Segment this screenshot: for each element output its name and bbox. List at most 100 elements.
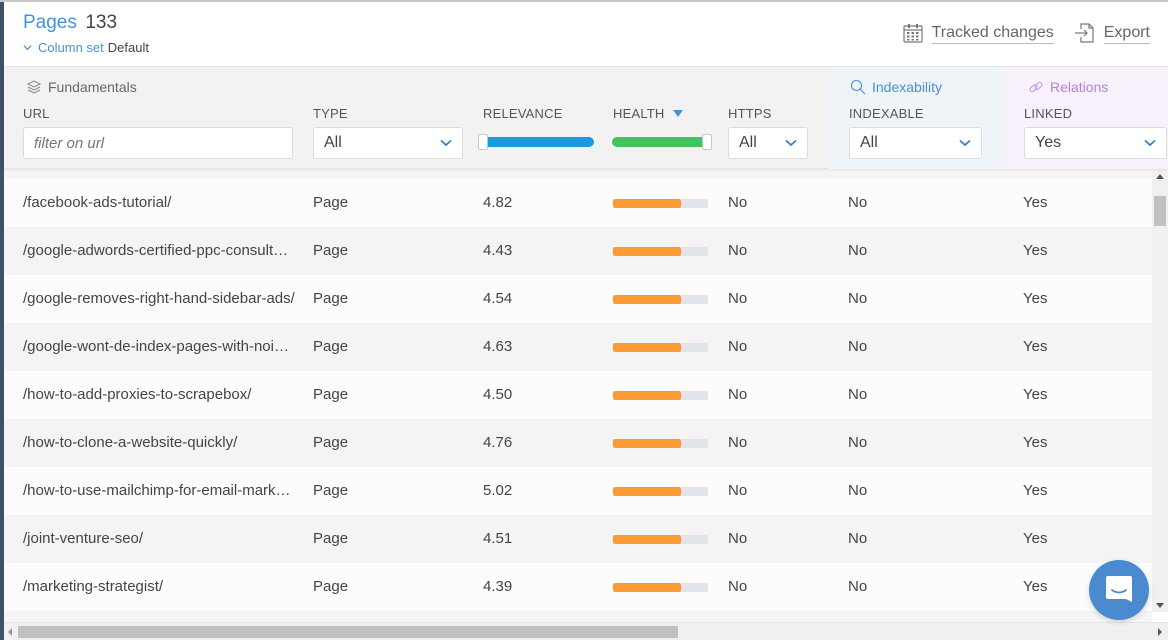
chevron-down-icon (1144, 139, 1156, 147)
group-relations: Relations (1028, 79, 1108, 95)
cell-health (613, 275, 709, 323)
horizontal-scrollbar[interactable] (4, 622, 1168, 640)
cell-indexable: No (848, 386, 868, 403)
column-header-health[interactable]: HEALTH (613, 106, 683, 121)
cell-indexable: No (848, 194, 868, 211)
column-header-linked[interactable]: LINKED (1024, 106, 1072, 121)
cell-health (613, 467, 709, 515)
cell-url[interactable]: /google-adwords-certified-ppc-consultant… (23, 227, 295, 275)
chevron-down-icon (785, 139, 797, 147)
indexable-filter-select[interactable]: All (849, 127, 982, 159)
column-header-type[interactable]: TYPE (313, 106, 348, 121)
table-row[interactable]: /how-to-use-mailchimp-for-email-marketin… (4, 467, 1152, 515)
column-set-value: Default (107, 40, 149, 55)
cell-health (613, 227, 709, 275)
cell-https: No (728, 242, 748, 259)
scroll-left-arrow-icon[interactable] (8, 628, 12, 636)
cell-type: Page (313, 530, 349, 547)
column-header-url[interactable]: URL (23, 106, 50, 121)
group-indexability: Indexability (850, 79, 942, 95)
cell-relevance: 4.51 (483, 530, 513, 547)
cell-https: No (728, 386, 748, 403)
health-bar (613, 439, 708, 448)
health-bar (613, 535, 708, 544)
linked-filter-select[interactable]: Yes (1024, 127, 1167, 159)
table-row[interactable]: /how-to-add-proxies-to-scrapebox/ Page 4… (4, 371, 1152, 419)
cell-url[interactable]: /how-to-add-proxies-to-scrapebox/ (23, 371, 295, 419)
cell-relevance: 4.43 (483, 242, 513, 259)
scroll-up-arrow-icon[interactable] (1156, 174, 1164, 179)
health-bar (613, 487, 708, 496)
cell-url[interactable]: /how-to-clone-a-website-quickly/ (23, 419, 295, 467)
relevance-range-slider[interactable] (482, 137, 594, 147)
health-bar (613, 199, 708, 208)
cell-type: Page (313, 242, 349, 259)
chevron-down-icon (440, 139, 452, 147)
tracked-changes-button[interactable]: Tracked changes (902, 22, 1054, 44)
cell-url[interactable]: /facebook-ads-tutorial/ (23, 179, 295, 227)
cell-https: No (728, 578, 748, 595)
group-relations-label: Relations (1050, 79, 1109, 95)
group-indexability-label: Indexability (872, 79, 943, 95)
linked-filter-value: Yes (1035, 134, 1062, 151)
cell-health (613, 419, 709, 467)
table-row[interactable]: /marketing-strategist/ Page 4.39 No No Y… (4, 563, 1152, 611)
health-bar-fill (613, 199, 682, 208)
cell-https: No (728, 290, 748, 307)
cell-indexable: No (848, 242, 868, 259)
scroll-right-arrow-icon[interactable] (1158, 628, 1162, 636)
horizontal-scroll-thumb[interactable] (18, 626, 678, 638)
cell-relevance: 5.02 (483, 482, 513, 499)
cell-linked: Yes (1023, 482, 1048, 499)
tracked-changes-label: Tracked changes (931, 23, 1054, 44)
export-icon (1074, 23, 1094, 43)
chat-launcher-button[interactable] (1089, 560, 1149, 620)
vertical-scroll-thumb[interactable] (1154, 196, 1166, 226)
cell-url[interactable]: /marketing-strategist/ (23, 563, 295, 611)
page-title-wrap: Pages 133 (23, 12, 117, 34)
column-header-relevance[interactable]: RELEVANCE (483, 106, 563, 121)
relevance-slider-min-handle[interactable] (478, 134, 488, 150)
export-label: Export (1103, 23, 1150, 44)
cell-type: Page (313, 482, 349, 499)
chat-icon (1106, 576, 1132, 602)
cell-health (613, 323, 709, 371)
table-row[interactable]: /joint-venture-seo/ Page 4.51 No No Yes (4, 515, 1152, 563)
cell-https: No (728, 482, 748, 499)
cell-url[interactable]: /google-removes-right-hand-sidebar-ads/ (23, 275, 295, 323)
cell-url[interactable]: /google-wont-de-index-pages-with-noindex… (23, 323, 295, 371)
table-row[interactable]: /how-to-clone-a-website-quickly/ Page 4.… (4, 419, 1152, 467)
url-filter-input[interactable] (23, 127, 293, 159)
cell-health (613, 515, 709, 563)
chevron-down-icon (959, 139, 971, 147)
table-row[interactable]: /google-adwords-certified-ppc-consultant… (4, 227, 1152, 275)
cell-indexable: No (848, 530, 868, 547)
cell-url[interactable]: /joint-venture-seo/ (23, 515, 295, 563)
cell-https: No (728, 434, 748, 451)
export-button[interactable]: Export (1074, 22, 1150, 44)
table-row[interactable]: /facebook-ads-tutorial/ Page 4.82 No No … (4, 179, 1152, 227)
link-icon (1029, 81, 1043, 93)
type-filter-select[interactable]: All (313, 127, 463, 159)
vertical-scrollbar[interactable] (1152, 168, 1168, 612)
cell-health (613, 563, 709, 611)
https-filter-select[interactable]: All (728, 127, 808, 159)
type-filter-value: All (324, 134, 342, 151)
health-bar-fill (613, 535, 682, 544)
table-row[interactable]: /google-wont-de-index-pages-with-noindex… (4, 323, 1152, 371)
health-bar (613, 343, 708, 352)
health-bar (613, 247, 708, 256)
cell-url[interactable]: /how-to-use-mailchimp-for-email-marketin… (23, 467, 295, 515)
column-set-selector[interactable]: Column set Default (23, 40, 149, 55)
column-header-indexable[interactable]: INDEXABLE (849, 106, 924, 121)
cell-linked: Yes (1023, 578, 1048, 595)
cell-type: Page (313, 194, 349, 211)
scroll-down-arrow-icon[interactable] (1156, 603, 1164, 608)
health-bar (613, 583, 708, 592)
health-slider-max-handle[interactable] (702, 134, 712, 150)
cell-linked: Yes (1023, 242, 1048, 259)
health-range-slider[interactable] (612, 137, 708, 147)
table-row[interactable]: /google-removes-right-hand-sidebar-ads/ … (4, 275, 1152, 323)
column-header-https[interactable]: HTTPS (728, 106, 772, 121)
page-header: Pages 133 Column set Default Tracked cha… (4, 2, 1168, 66)
